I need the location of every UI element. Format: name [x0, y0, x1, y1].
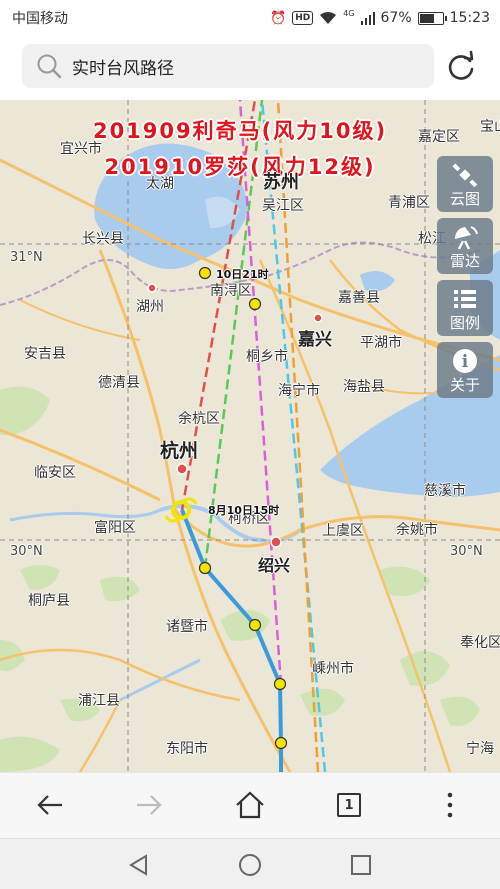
- side-button-label: 关于: [449, 376, 480, 394]
- city-label: 浦江县: [78, 693, 120, 709]
- forward-button[interactable]: [131, 787, 167, 823]
- city-label: 奉化区: [460, 635, 500, 651]
- city-label: 德清县: [98, 375, 140, 391]
- network-type: 4G: [343, 8, 355, 18]
- battery-percent: 67%: [380, 10, 412, 26]
- clock: 15:23: [449, 10, 490, 26]
- search-bar: 实时台风路径: [0, 36, 500, 100]
- city-label: 海宁市: [278, 383, 320, 399]
- nav-home-icon[interactable]: [238, 853, 262, 877]
- home-icon: [236, 791, 264, 819]
- battery-icon: [417, 11, 447, 25]
- tabs-button[interactable]: 1: [331, 787, 367, 823]
- satellite-icon: [452, 163, 478, 188]
- city-label: 嘉定区: [418, 129, 460, 145]
- wifi-icon: [320, 12, 337, 24]
- carrier-label: 中国移动: [12, 11, 68, 27]
- city-label: 长兴县: [82, 231, 124, 247]
- side-button-label: 图例: [449, 314, 480, 332]
- menu-button[interactable]: [432, 787, 468, 823]
- legend-list-icon: [454, 290, 476, 308]
- tab-count-icon: 1: [337, 793, 361, 817]
- side-button-label: 雷达: [449, 252, 480, 270]
- search-input[interactable]: 实时台风路径: [22, 44, 434, 88]
- hd-icon: HD: [292, 11, 314, 25]
- info-icon: i: [453, 349, 477, 373]
- refresh-icon[interactable]: [444, 50, 478, 84]
- tab-count: 1: [344, 797, 354, 813]
- city-label: 绍兴: [258, 556, 291, 575]
- city-label: 海盐县: [343, 379, 385, 395]
- city-label: 慈溪市: [424, 483, 466, 499]
- legend-button[interactable]: 图例: [437, 280, 493, 336]
- search-icon: [37, 54, 62, 79]
- alarm-icon: ⏰: [270, 10, 287, 26]
- city-label: 湖州: [136, 299, 164, 315]
- more-vertical-icon: [447, 792, 453, 818]
- signal-icon: [360, 12, 375, 25]
- city-label: 嘉善县: [338, 290, 380, 306]
- latitude-label: 30°N: [450, 544, 483, 559]
- radar-button[interactable]: 雷达: [437, 218, 493, 274]
- city-label: 余姚市: [396, 522, 438, 538]
- city-label: 青浦区: [388, 195, 430, 211]
- track-time-label: 8月10日15时: [208, 504, 280, 517]
- typhoon-map[interactable]: 201909利奇马(风力10级) 201910罗莎(风力12级) 太湖 苏州 吴…: [0, 100, 500, 772]
- city-label: 杭州: [160, 440, 199, 462]
- track-time-label: 10日21时: [216, 268, 269, 281]
- city-label: 苏州: [263, 172, 299, 193]
- city-label: 南浔区: [210, 283, 252, 299]
- radar-icon: [455, 226, 478, 250]
- latitude-label: 30°N: [10, 544, 43, 559]
- side-button-label: 云图: [449, 190, 480, 208]
- status-bar: 中国移动 ⏰ HD 4G 67% 15:23: [0, 0, 500, 36]
- city-label: 富阳区: [94, 520, 136, 536]
- arrow-right-icon: [137, 795, 162, 815]
- city-label: 宜兴市: [60, 141, 102, 157]
- system-nav-bar: [0, 838, 500, 889]
- arrow-left-icon: [37, 795, 62, 815]
- city-label: 太湖: [146, 176, 174, 192]
- browser-toolbar: 1: [0, 772, 500, 838]
- city-label: 余杭区: [178, 411, 220, 427]
- latitude-label: 31°N: [10, 250, 43, 265]
- city-label: 嘉兴: [298, 330, 332, 350]
- svg-text:i: i: [462, 352, 469, 372]
- search-query: 实时台风路径: [72, 58, 174, 79]
- back-button[interactable]: [32, 787, 68, 823]
- city-label: 宝山: [480, 119, 500, 135]
- city-label: 安吉县: [24, 346, 66, 362]
- city-label: 东阳市: [166, 741, 208, 757]
- city-label: 桐乡市: [246, 349, 288, 365]
- nav-back-icon[interactable]: [128, 854, 150, 876]
- satellite-cloud-button[interactable]: 云图: [437, 156, 493, 212]
- status-icons: ⏰ HD 4G 67% 15:23: [270, 8, 490, 27]
- city-label: 诸暨市: [166, 619, 208, 635]
- city-label: 宁海: [466, 741, 494, 757]
- city-label: 上虞区: [322, 523, 364, 539]
- city-label: 平湖市: [360, 335, 402, 351]
- city-label: 嵊州市: [312, 661, 354, 677]
- about-button[interactable]: i 关于: [437, 342, 493, 398]
- home-button[interactable]: [232, 787, 268, 823]
- nav-recents-icon[interactable]: [350, 854, 372, 876]
- city-label: 桐庐县: [28, 593, 70, 609]
- city-label: 吴江区: [262, 198, 304, 214]
- city-label: 临安区: [34, 465, 76, 481]
